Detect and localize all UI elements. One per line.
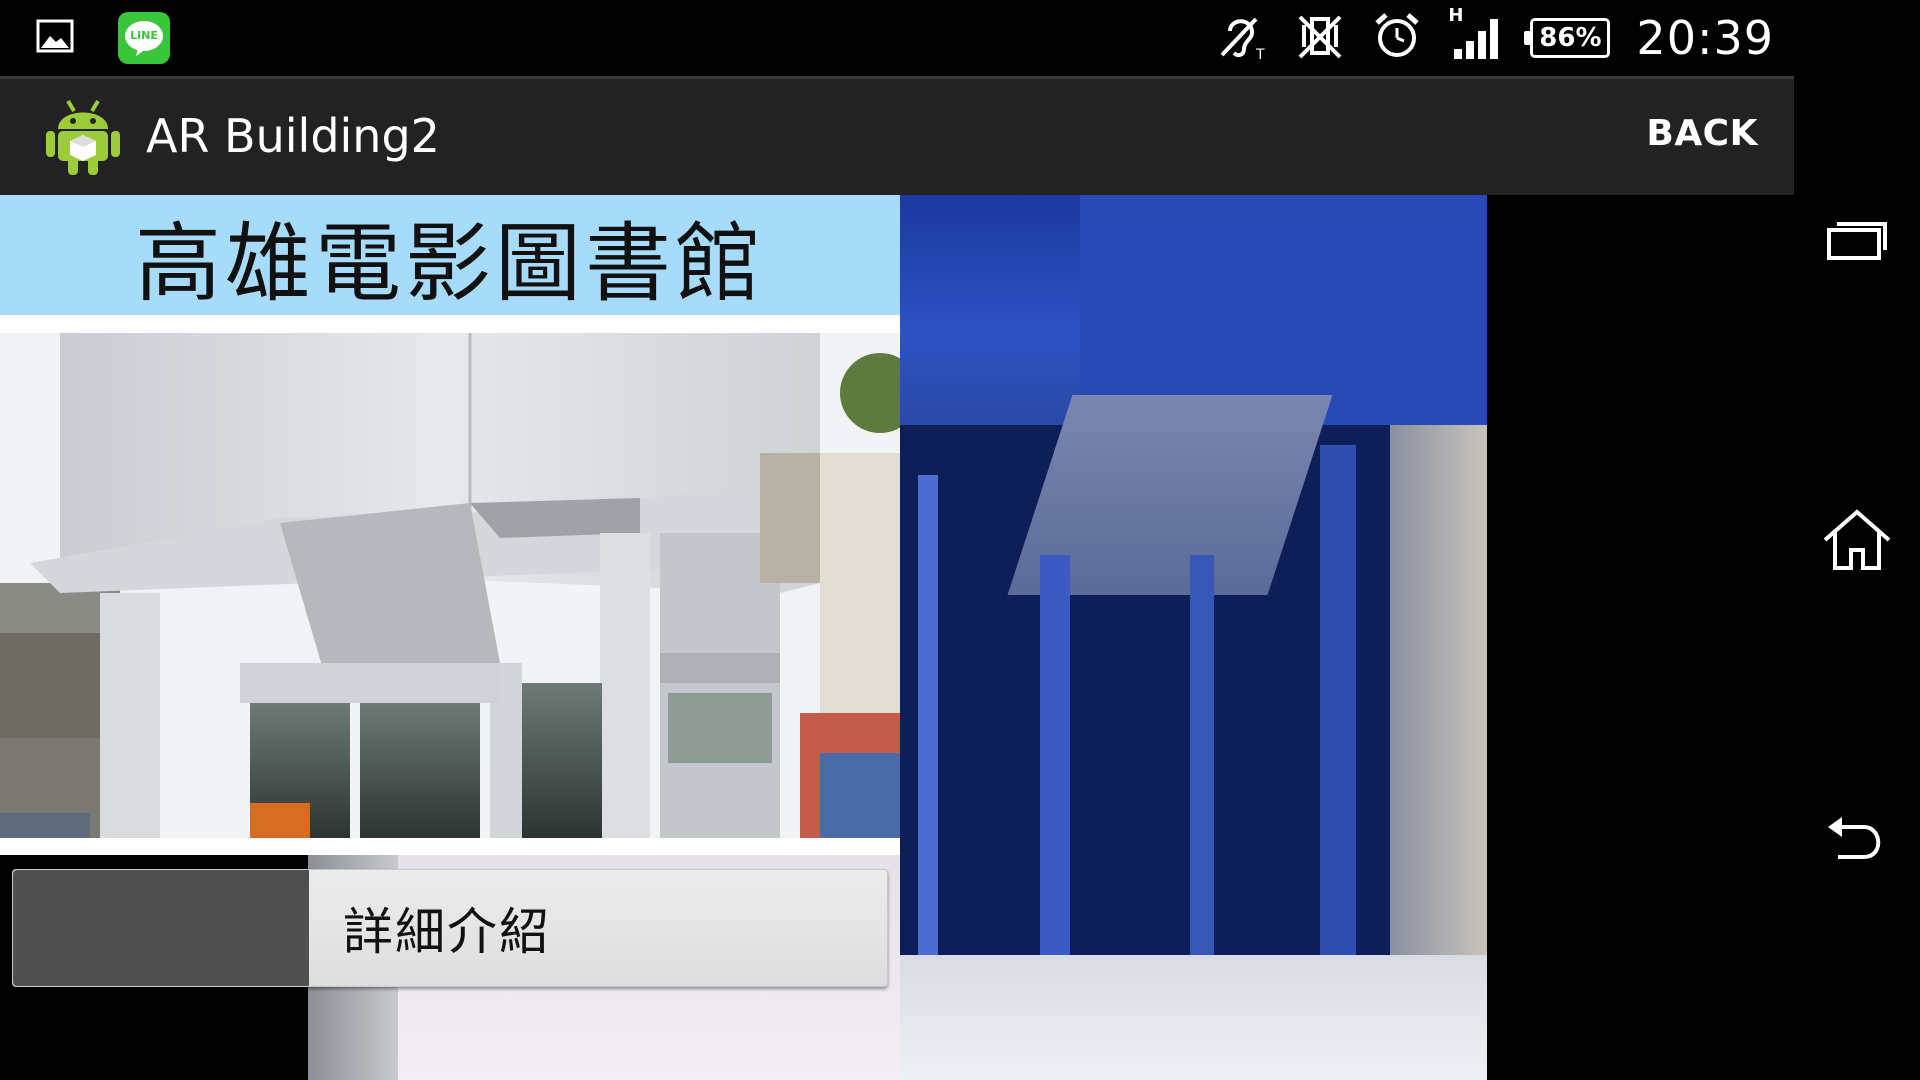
status-bar: LINE T H 86% 20:39 — [0, 0, 1794, 76]
letterbox — [1487, 195, 1794, 1080]
battery-level: 86% — [1539, 23, 1602, 53]
alarm-icon — [1372, 11, 1422, 65]
camera-pillar — [918, 475, 938, 975]
clock: 20:39 — [1636, 11, 1774, 65]
gallery-notification-icon[interactable] — [36, 19, 74, 57]
app-title: AR Building2 — [146, 109, 440, 163]
navigation-bar — [1794, 0, 1920, 1080]
action-bar: AR Building2 BACK — [0, 76, 1794, 195]
camera-pillar — [1320, 445, 1356, 975]
notification-icons: LINE — [36, 12, 170, 64]
camera-side-building — [1390, 425, 1487, 975]
app-icon — [44, 93, 122, 181]
detail-button-label: 詳細介紹 — [343, 903, 551, 961]
network-type-label: H — [1448, 5, 1464, 26]
home-button[interactable] — [1794, 486, 1920, 596]
detail-button-shade — [13, 870, 309, 986]
camera-pillar — [1040, 555, 1070, 975]
detail-button[interactable]: 詳細介紹 — [12, 869, 888, 987]
building-title: 高雄電影圖書館 — [135, 213, 765, 314]
camera-pillar — [1190, 555, 1214, 975]
camera-facade-block — [1080, 195, 1487, 425]
content-area: 高雄電影圖書館 詳細介紹 — [0, 195, 1794, 1080]
line-app-icon[interactable]: LINE — [118, 12, 170, 64]
building-photo-frame — [0, 315, 900, 855]
recent-apps-button[interactable] — [1794, 186, 1920, 296]
building-photo — [0, 333, 900, 838]
hearing-aid-icon: T — [1216, 11, 1268, 65]
line-icon-label: LINE — [130, 29, 158, 42]
battery-icon: 86% — [1524, 18, 1611, 58]
building-title-banner: 高雄電影圖書館 — [0, 195, 900, 315]
recent-apps-icon — [1825, 216, 1889, 266]
back-button[interactable]: BACK — [1646, 113, 1758, 154]
svg-text:T: T — [1255, 47, 1265, 61]
system-icons: T H 86% 20:39 — [1216, 5, 1774, 68]
camera-ground — [900, 955, 1487, 1080]
back-nav-button[interactable] — [1794, 785, 1920, 895]
signal-icon: H — [1448, 5, 1504, 65]
back-icon — [1824, 813, 1890, 867]
home-icon — [1821, 506, 1893, 576]
vibrate-off-icon — [1294, 11, 1346, 65]
